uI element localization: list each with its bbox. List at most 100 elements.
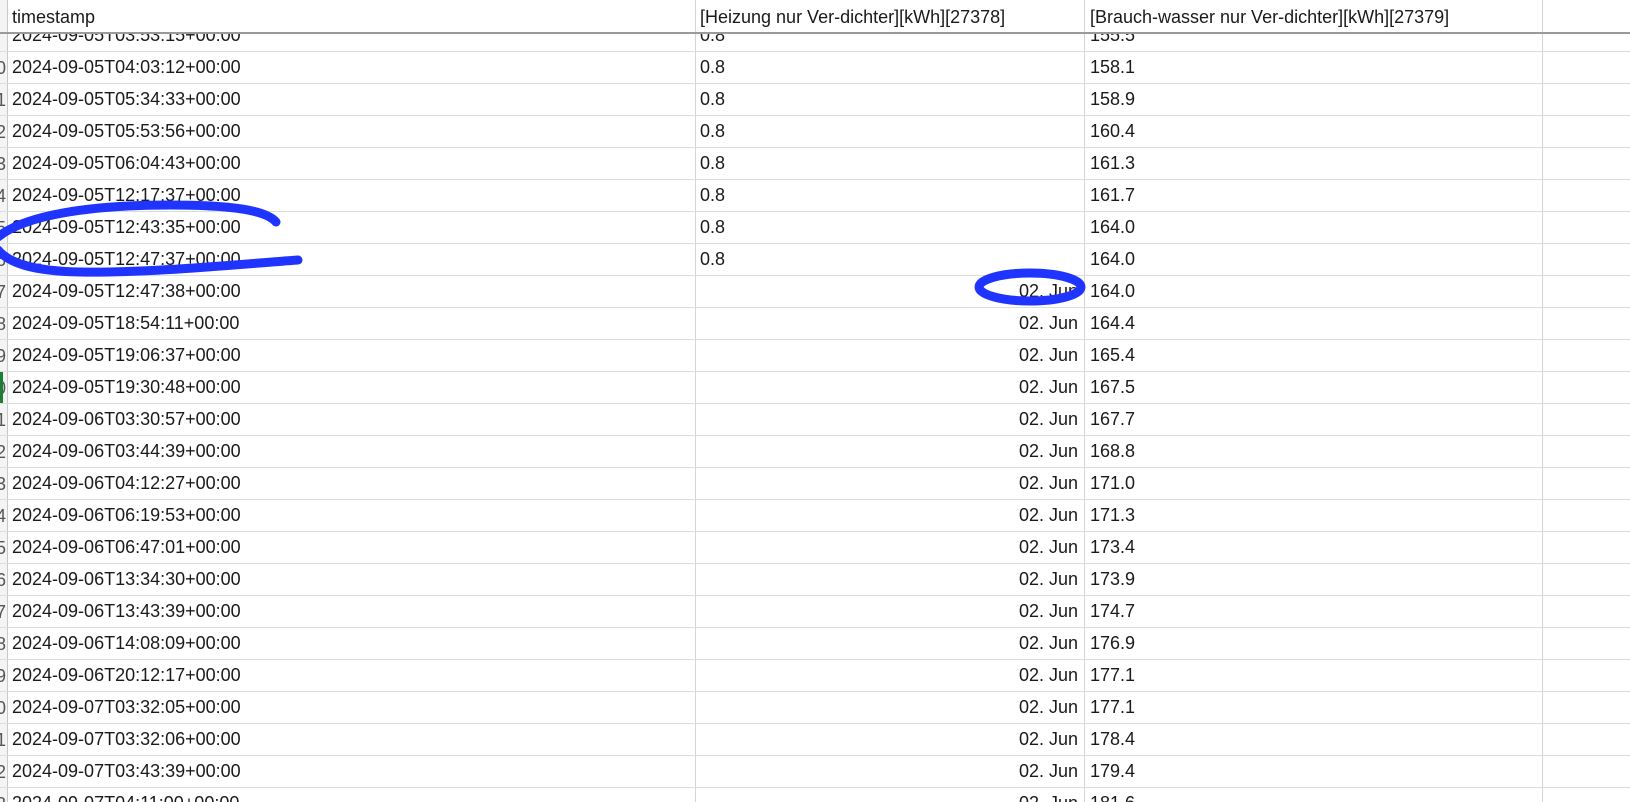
row-number[interactable]: 3 bbox=[0, 148, 8, 179]
row-number[interactable]: 3 bbox=[0, 788, 8, 802]
cell-timestamp[interactable]: 2024-09-05T12:47:38+00:00 bbox=[8, 276, 696, 307]
row-number[interactable]: 2 bbox=[0, 116, 8, 147]
cell-brauchwasser[interactable]: 179.4 bbox=[1085, 756, 1543, 787]
cell-brauchwasser[interactable]: 161.3 bbox=[1085, 148, 1543, 179]
cell-timestamp[interactable]: 2024-09-05T04:03:12+00:00 bbox=[8, 52, 696, 83]
row-number[interactable]: 6 bbox=[0, 244, 8, 275]
empty-column-cell[interactable] bbox=[1543, 756, 1630, 787]
row-number[interactable]: 2 bbox=[0, 756, 8, 787]
cell-heizung[interactable]: 02. Jun bbox=[696, 308, 1085, 339]
empty-column-cell[interactable] bbox=[1543, 788, 1630, 802]
empty-column-cell[interactable] bbox=[1543, 404, 1630, 435]
empty-column-cell[interactable] bbox=[1543, 596, 1630, 627]
empty-column-cell[interactable] bbox=[1543, 532, 1630, 563]
empty-column-cell[interactable] bbox=[1543, 628, 1630, 659]
cell-timestamp[interactable]: 2024-09-05T06:04:43+00:00 bbox=[8, 148, 696, 179]
empty-column-cell[interactable] bbox=[1543, 148, 1630, 179]
empty-column-cell[interactable] bbox=[1543, 500, 1630, 531]
row-header-corner[interactable] bbox=[0, 0, 8, 32]
row-number[interactable]: 1 bbox=[0, 404, 8, 435]
empty-column-cell[interactable] bbox=[1543, 564, 1630, 595]
row-number[interactable]: 1 bbox=[0, 84, 8, 115]
row-number[interactable]: 7 bbox=[0, 276, 8, 307]
cell-heizung[interactable]: 02. Jun bbox=[696, 660, 1085, 691]
cell-brauchwasser[interactable]: 174.7 bbox=[1085, 596, 1543, 627]
cell-brauchwasser[interactable]: 167.7 bbox=[1085, 404, 1543, 435]
cell-brauchwasser[interactable]: 158.9 bbox=[1085, 84, 1543, 115]
cell-heizung[interactable]: 02. Jun bbox=[696, 372, 1085, 403]
cell-timestamp[interactable]: 2024-09-07T03:32:06+00:00 bbox=[8, 724, 696, 755]
empty-column-cell[interactable] bbox=[1543, 308, 1630, 339]
cell-heizung[interactable]: 0.8 bbox=[696, 180, 1085, 211]
cell-brauchwasser[interactable]: 164.4 bbox=[1085, 308, 1543, 339]
row-number[interactable]: 5 bbox=[0, 212, 8, 243]
cell-brauchwasser[interactable]: 164.0 bbox=[1085, 276, 1543, 307]
row-number[interactable]: 0 bbox=[0, 692, 8, 723]
cell-heizung[interactable]: 0.8 bbox=[696, 84, 1085, 115]
cell-brauchwasser[interactable]: 173.9 bbox=[1085, 564, 1543, 595]
row-number[interactable]: 8 bbox=[0, 628, 8, 659]
row-number[interactable]: 9 bbox=[0, 340, 8, 371]
row-number[interactable]: 6 bbox=[0, 564, 8, 595]
cell-heizung[interactable]: 02. Jun bbox=[696, 436, 1085, 467]
empty-column-cell[interactable] bbox=[1543, 660, 1630, 691]
cell-brauchwasser[interactable]: 177.1 bbox=[1085, 660, 1543, 691]
cell-heizung[interactable]: 02. Jun bbox=[696, 564, 1085, 595]
cell-heizung[interactable]: 02. Jun bbox=[696, 276, 1085, 307]
cell-brauchwasser[interactable]: 176.9 bbox=[1085, 628, 1543, 659]
cell-heizung[interactable]: 0.8 bbox=[696, 212, 1085, 243]
empty-column-cell[interactable] bbox=[1543, 276, 1630, 307]
cell-brauchwasser[interactable]: 168.8 bbox=[1085, 436, 1543, 467]
row-number[interactable]: 3 bbox=[0, 468, 8, 499]
cell-brauchwasser[interactable]: 164.0 bbox=[1085, 212, 1543, 243]
cell-heizung[interactable]: 02. Jun bbox=[696, 404, 1085, 435]
header-brauchwasser[interactable]: [Brauch-wasser nur Ver-dichter][kWh][273… bbox=[1085, 0, 1543, 32]
row-number[interactable]: 0 bbox=[0, 52, 8, 83]
cell-brauchwasser[interactable]: 171.3 bbox=[1085, 500, 1543, 531]
cell-timestamp[interactable]: 2024-09-07T03:43:39+00:00 bbox=[8, 756, 696, 787]
empty-column-cell[interactable] bbox=[1543, 0, 1630, 32]
header-heizung[interactable]: [Heizung nur Ver-dichter][kWh][27378] bbox=[696, 0, 1085, 32]
row-number[interactable]: 8 bbox=[0, 308, 8, 339]
cell-timestamp[interactable]: 2024-09-06T06:47:01+00:00 bbox=[8, 532, 696, 563]
cell-timestamp[interactable]: 2024-09-05T19:06:37+00:00 bbox=[8, 340, 696, 371]
cell-brauchwasser[interactable]: 181.6 bbox=[1085, 788, 1543, 802]
cell-timestamp[interactable]: 2024-09-05T19:30:48+00:00 bbox=[8, 372, 696, 403]
cell-brauchwasser[interactable]: 173.4 bbox=[1085, 532, 1543, 563]
cell-heizung[interactable]: 02. Jun bbox=[696, 756, 1085, 787]
empty-column-cell[interactable] bbox=[1543, 244, 1630, 275]
cell-heizung[interactable]: 02. Jun bbox=[696, 596, 1085, 627]
empty-column-cell[interactable] bbox=[1543, 436, 1630, 467]
cell-brauchwasser[interactable]: 178.4 bbox=[1085, 724, 1543, 755]
cell-heizung[interactable]: 02. Jun bbox=[696, 340, 1085, 371]
empty-column-cell[interactable] bbox=[1543, 340, 1630, 371]
row-number[interactable]: 7 bbox=[0, 596, 8, 627]
cell-heizung[interactable]: 02. Jun bbox=[696, 468, 1085, 499]
empty-column-cell[interactable] bbox=[1543, 180, 1630, 211]
cell-timestamp[interactable]: 2024-09-05T12:47:37+00:00 bbox=[8, 244, 696, 275]
cell-brauchwasser[interactable]: 177.1 bbox=[1085, 692, 1543, 723]
cell-brauchwasser[interactable]: 171.0 bbox=[1085, 468, 1543, 499]
cell-heizung[interactable]: 02. Jun bbox=[696, 724, 1085, 755]
row-number[interactable]: 4 bbox=[0, 180, 8, 211]
cell-heizung[interactable]: 0.8 bbox=[696, 148, 1085, 179]
cell-heizung[interactable]: 02. Jun bbox=[696, 788, 1085, 802]
cell-timestamp[interactable]: 2024-09-05T18:54:11+00:00 bbox=[8, 308, 696, 339]
header-timestamp[interactable]: timestamp bbox=[8, 0, 696, 32]
cell-heizung[interactable]: 02. Jun bbox=[696, 628, 1085, 659]
cell-heizung[interactable]: 02. Jun bbox=[696, 692, 1085, 723]
row-number[interactable]: 9 bbox=[0, 660, 8, 691]
row-number[interactable]: 5 bbox=[0, 532, 8, 563]
cell-timestamp[interactable]: 2024-09-06T03:30:57+00:00 bbox=[8, 404, 696, 435]
empty-column-cell[interactable] bbox=[1543, 212, 1630, 243]
empty-column-cell[interactable] bbox=[1543, 52, 1630, 83]
cell-timestamp[interactable]: 2024-09-05T12:17:37+00:00 bbox=[8, 180, 696, 211]
empty-column-cell[interactable] bbox=[1543, 372, 1630, 403]
cell-timestamp[interactable]: 2024-09-06T20:12:17+00:00 bbox=[8, 660, 696, 691]
row-number[interactable]: 0 bbox=[0, 372, 8, 403]
empty-column-cell[interactable] bbox=[1543, 468, 1630, 499]
row-number[interactable]: 1 bbox=[0, 724, 8, 755]
cell-timestamp[interactable]: 2024-09-06T04:12:27+00:00 bbox=[8, 468, 696, 499]
cell-brauchwasser[interactable]: 167.5 bbox=[1085, 372, 1543, 403]
cell-brauchwasser[interactable]: 164.0 bbox=[1085, 244, 1543, 275]
